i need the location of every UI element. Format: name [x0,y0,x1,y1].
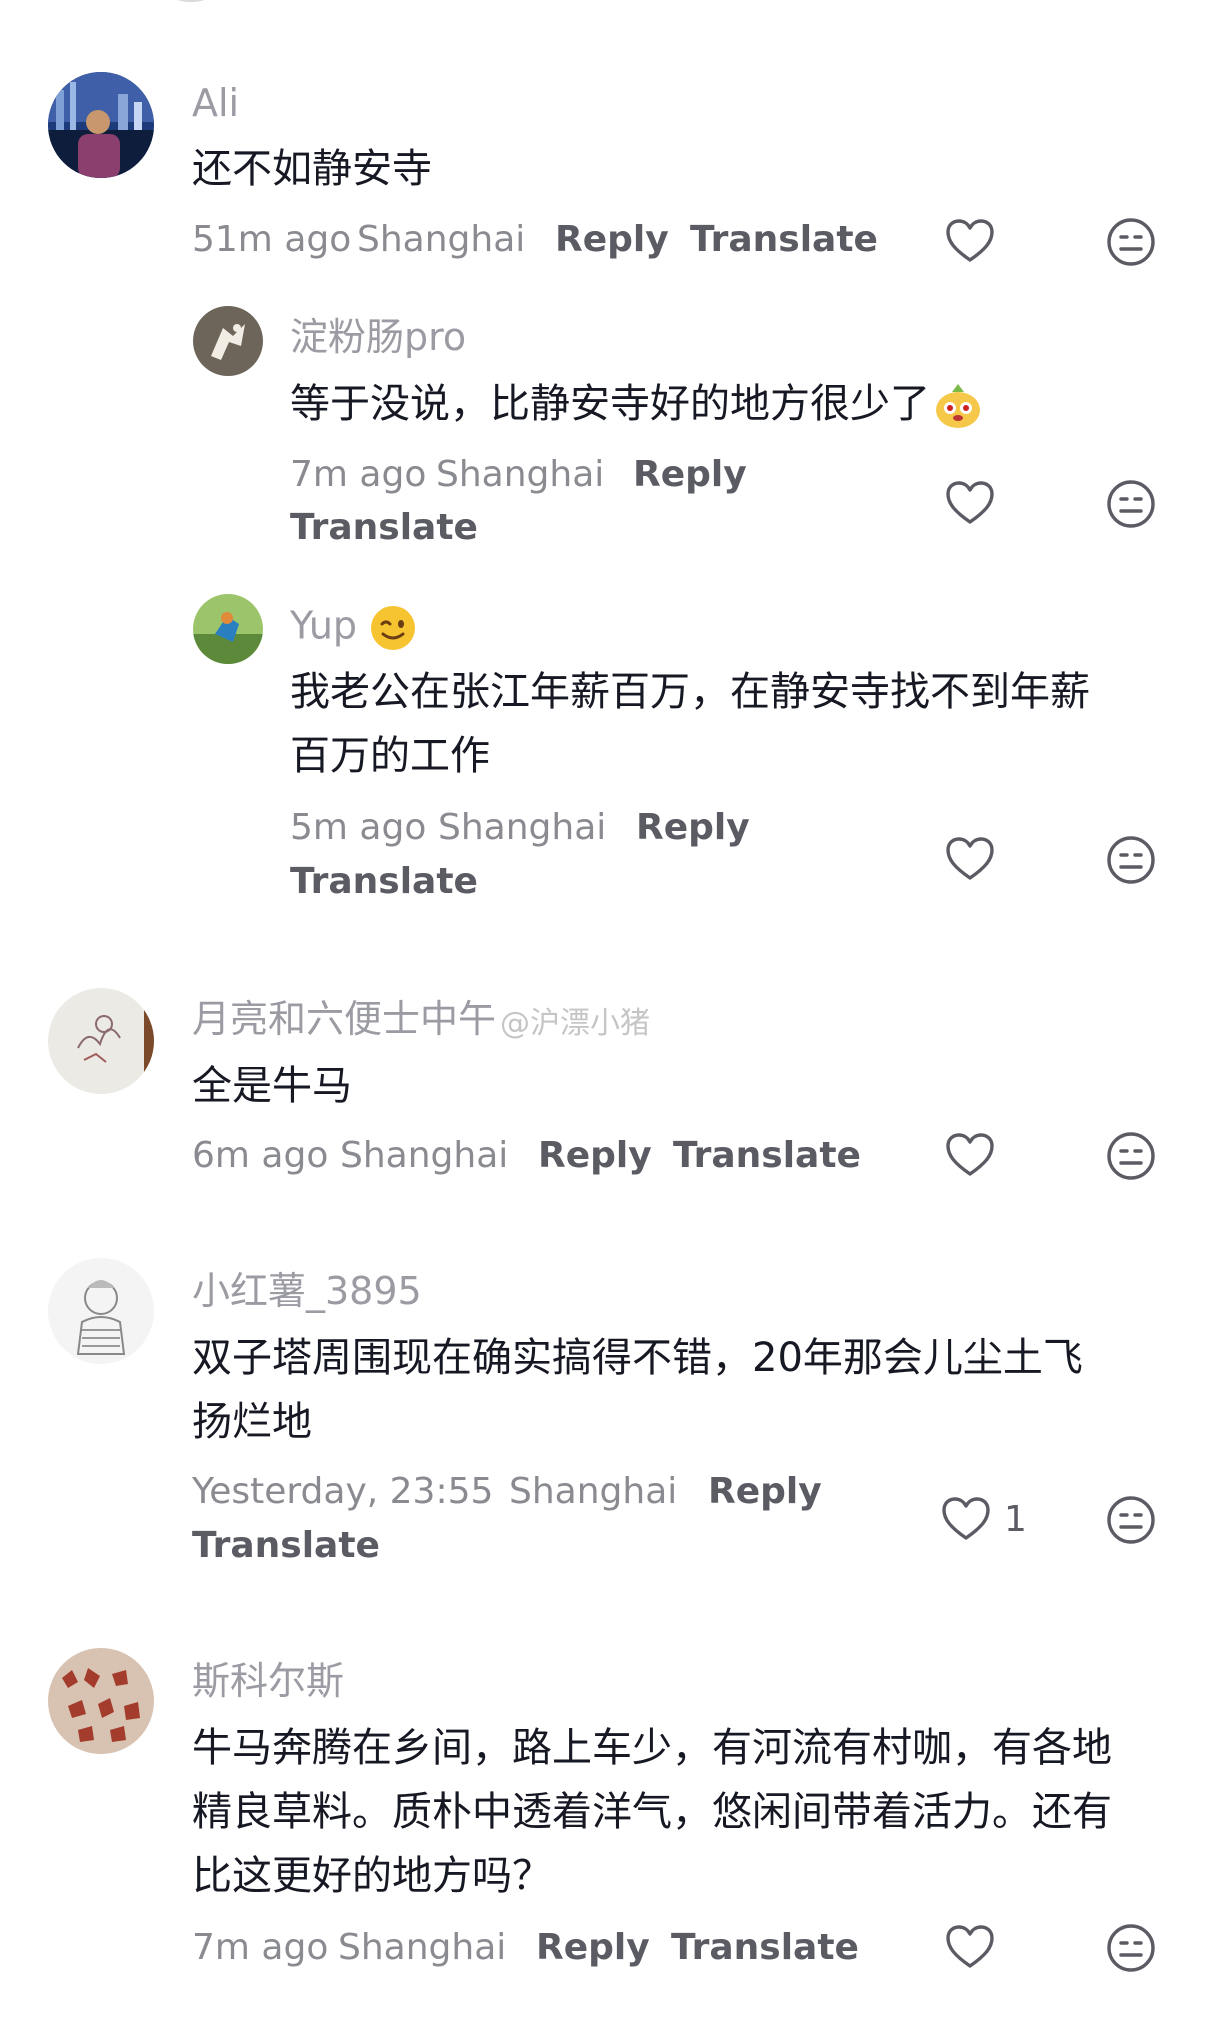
comment-location: Shanghai [338,1927,507,1968]
translate-button[interactable]: Translate [192,1528,380,1564]
comment-time: 6m ago [192,1135,329,1176]
comment-time: 7m ago [192,1927,329,1968]
heart-icon[interactable] [940,1494,992,1546]
avatar[interactable] [193,594,263,664]
comment-text-line1: 双子塔周围现在确实搞得不错，20年那会儿尘土飞 [192,1335,1083,1381]
comment-location: Shanghai [436,454,605,495]
comment-location: Shanghai [340,1135,509,1176]
comment-text-line2: 百万的工作 [290,733,490,779]
reply-button[interactable]: Reply [555,222,669,258]
neutral-face-icon[interactable] [1105,478,1157,530]
neutral-face-icon[interactable] [1105,216,1157,268]
cute-face-emoji [932,380,984,432]
comment-time: 7m ago [290,454,427,495]
comment-location: Shanghai [438,807,607,848]
username[interactable]: 斯科尔斯 [192,1662,344,1700]
comment-text-line1: 牛马奔腾在乡间，路上车少，有河流有村咖，有各地 [192,1725,1112,1771]
comment-text-content: 等于没说，比静安寺好的地方很少了 [290,381,930,427]
username[interactable]: 月亮和六便士中午 [192,1000,496,1038]
comment-text: 全是牛马 [192,1063,352,1109]
avatar[interactable] [48,988,154,1094]
comment-location: Shanghai [357,219,526,260]
heart-icon[interactable] [944,216,996,268]
neutral-face-icon[interactable] [1105,1922,1157,1974]
username-text: Yup [290,603,358,648]
avatar[interactable] [193,306,263,376]
avatar[interactable] [48,1648,154,1754]
translate-button[interactable]: Translate [673,1138,861,1174]
reply-button[interactable]: Reply [538,1138,652,1174]
winking-face-emoji [369,604,417,652]
avatar[interactable] [48,72,154,178]
comments-screen: Ali 还不如静安寺 51m ago Shanghai Reply Transl… [0,0,1206,2025]
username[interactable]: 淀粉肠pro [290,318,466,356]
heart-icon[interactable] [944,1130,996,1182]
comment-text-line2: 精良草料。质朴中透着洋气，悠闲间带着活力。还有 [192,1789,1112,1835]
comment-time: 5m ago [290,807,427,848]
translate-button[interactable]: Translate [290,864,478,900]
neutral-face-icon[interactable] [1105,1130,1157,1182]
reply-button[interactable]: Reply [536,1930,650,1966]
comment-text-line2: 扬烂地 [192,1399,312,1445]
username[interactable]: Yup [290,604,417,652]
comment-location: Shanghai [509,1471,678,1512]
watermark: @沪漂小猪 [500,1006,650,1041]
reply-button[interactable]: Reply [708,1474,822,1510]
reply-button[interactable]: Reply [636,810,750,846]
comment-text: 等于没说，比静安寺好的地方很少了 [290,372,984,436]
translate-button[interactable]: Translate [690,222,878,258]
previous-avatar-edge [168,0,214,2]
heart-icon[interactable] [944,478,996,530]
neutral-face-icon[interactable] [1105,1494,1157,1546]
comment-text-line1: 我老公在张江年薪百万，在静安寺找不到年薪 [290,669,1090,715]
comment-time: 51m ago [192,219,352,260]
heart-icon[interactable] [944,1922,996,1974]
username[interactable]: 小红薯_3895 [192,1272,422,1310]
comment-text: 还不如静安寺 [192,146,432,192]
neutral-face-icon[interactable] [1105,834,1157,886]
username[interactable]: Ali [192,84,239,122]
avatar[interactable] [48,1258,154,1364]
comment-text-line3: 比这更好的地方吗？ [192,1853,552,1899]
translate-button[interactable]: Translate [671,1930,859,1966]
reply-button[interactable]: Reply [633,457,747,493]
heart-icon[interactable] [944,834,996,886]
translate-button[interactable]: Translate [290,510,478,546]
comment-time: Yesterday, 23:55 [192,1471,494,1512]
like-count: 1 [1004,1499,1027,1540]
